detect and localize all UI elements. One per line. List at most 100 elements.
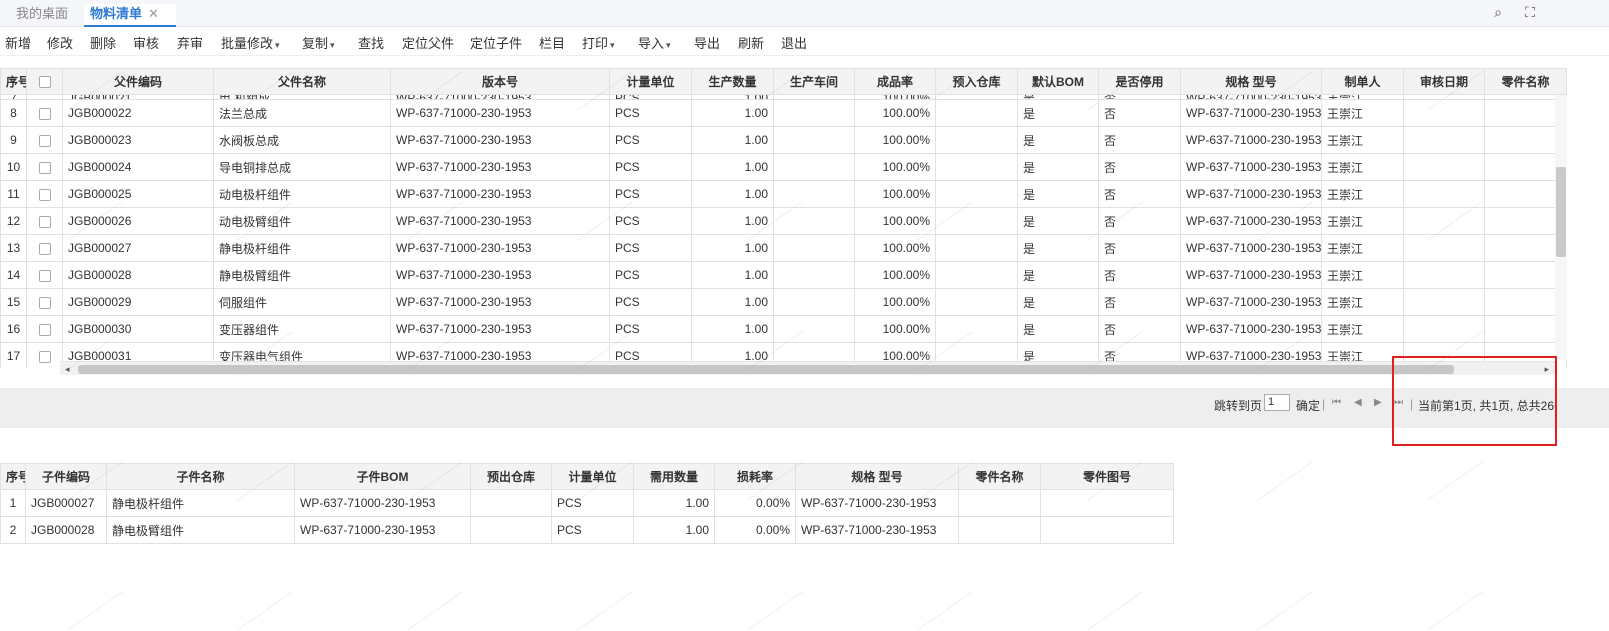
table-cell: WP-637-71000-230-1953 (1180, 288, 1322, 316)
table-cell: 1.00 (691, 207, 774, 235)
table-cell: 伺服组件 (213, 288, 391, 316)
table-row[interactable]: 2 JGB000028 静电极臂组件 WP-637-71000-230-1953 PCS… (0, 516, 1174, 544)
table-cell: 否 (1098, 234, 1181, 262)
table-cell: WP-637-71000-230-1953 (1180, 94, 1322, 100)
column-header: 计量单位 (609, 68, 692, 95)
row-checkbox[interactable] (26, 207, 63, 235)
table-row[interactable]: 13 JGB000027 静电极杆组件 WP-637-71000-230-1953 PC… (0, 234, 1567, 262)
close-icon[interactable]: ✕ (148, 6, 159, 21)
scroll-left-icon[interactable]: ◂ (65, 362, 70, 376)
confirm-button[interactable]: 确定 (1296, 397, 1320, 414)
prev-page-icon[interactable]: ◀ (1354, 397, 1362, 408)
checkbox-icon[interactable] (38, 161, 51, 174)
horizontal-scrollbar[interactable]: ◂ ▸ (60, 361, 1557, 375)
toolbar-button-9[interactable]: 定位子件 (470, 33, 522, 52)
toolbar-button-3[interactable]: 审核 (133, 33, 159, 52)
table-row[interactable]: 11 JGB000025 动电极杆组件 WP-637-71000-230-1953 PC… (0, 180, 1567, 208)
checkbox-icon[interactable] (38, 188, 51, 201)
toolbar-button-10[interactable]: 栏目 (539, 33, 565, 52)
row-checkbox[interactable] (26, 315, 63, 343)
toolbar-button-12[interactable]: 导入 ▾ (638, 33, 671, 52)
row-checkbox[interactable] (26, 234, 63, 262)
column-header: 是否停用 (1098, 68, 1181, 95)
table-cell: 否 (1098, 315, 1181, 343)
checkbox-icon[interactable] (38, 323, 51, 336)
toolbar-button-13[interactable]: 导出 (694, 33, 720, 52)
checkbox-icon[interactable] (38, 76, 51, 89)
toolbar-button-8[interactable]: 定位父件 (402, 33, 454, 52)
row-checkbox[interactable] (26, 180, 63, 208)
table-cell: 1.00 (633, 489, 715, 517)
toolbar-button-0[interactable]: 新增 (5, 33, 31, 52)
table-cell (935, 180, 1018, 208)
table-cell: WP-637-71000-230-1953 (1180, 315, 1322, 343)
table-row[interactable]: 14 JGB000028 静电极臂组件 WP-637-71000-230-1953 PC… (0, 261, 1567, 289)
row-checkbox[interactable] (26, 342, 63, 368)
row-checkbox[interactable] (26, 153, 63, 181)
table-cell: WP-637-71000-230-1953 (1180, 153, 1322, 181)
table-cell: 王崇江 (1321, 261, 1404, 289)
toolbar-button-7[interactable]: 查找 (358, 33, 384, 52)
table-cell: JGB000029 (62, 288, 214, 316)
checkbox-icon[interactable] (38, 215, 51, 228)
toolbar-button-6[interactable]: 复制 ▾ (302, 33, 335, 52)
watermark-mark: ⸻⸻ (741, 583, 808, 631)
column-header: 损耗率 (714, 463, 796, 490)
component-grid: 序号子件编码子件名称子件BOM预出仓库计量单位需用数量损耗率规格 型号零件名称零… (0, 463, 1180, 553)
table-cell (1403, 99, 1485, 127)
table-cell (935, 315, 1018, 343)
toolbar-button-label: 打印 (582, 36, 609, 51)
tab-bom-list[interactable]: 物料清单 ✕ (84, 4, 176, 27)
table-cell: 是 (1017, 99, 1099, 127)
table-row[interactable]: 9 JGB000023 水阀板总成 WP-637-71000-230-1953 PCS 1… (0, 126, 1567, 154)
table-cell: 0.00% (714, 516, 796, 544)
table-cell: WP-637-71000-230-1953 (390, 288, 610, 316)
toolbar-button-1[interactable]: 修改 (47, 33, 73, 52)
search-icon[interactable]: ⌕ (1489, 3, 1507, 21)
horizontal-scroll-thumb[interactable] (78, 365, 1454, 374)
toolbar-button-2[interactable]: 删除 (90, 33, 116, 52)
table-cell (958, 489, 1041, 517)
checkbox-icon[interactable] (38, 269, 51, 282)
checkbox-icon[interactable] (38, 134, 51, 147)
table-row[interactable]: 8 JGB000022 法兰总成 WP-637-71000-230-1953 PCS 1.… (0, 99, 1567, 127)
table-row[interactable]: 16 JGB000030 变压器组件 WP-637-71000-230-1953 PCS… (0, 315, 1567, 343)
toolbar-button-4[interactable]: 弃审 (177, 33, 203, 52)
table-row[interactable]: 10 JGB000024 导电铜排总成 WP-637-71000-230-1953 PC… (0, 153, 1567, 181)
table-row[interactable]: 15 JGB000029 伺服组件 WP-637-71000-230-1953 PCS 1… (0, 288, 1567, 316)
row-checkbox[interactable] (26, 126, 63, 154)
tab-bar: 我的桌面 物料清单 ✕ ⌕ ⛶ (0, 0, 1609, 27)
table-cell: 王崇江 (1321, 180, 1404, 208)
table-cell: 100.00% (854, 315, 936, 343)
select-all-checkbox[interactable] (26, 68, 63, 95)
toolbar-button-5[interactable]: 批量修改 ▾ (221, 33, 280, 52)
watermark-mark: ⸻⸻ (1251, 453, 1318, 507)
checkbox-icon[interactable] (38, 107, 51, 120)
row-checkbox[interactable] (26, 288, 63, 316)
tab-my-desktop[interactable]: 我的桌面 (16, 4, 68, 27)
table-cell (1403, 261, 1485, 289)
table-cell: 静电极臂组件 (106, 516, 295, 544)
toolbar-button-15[interactable]: 退出 (781, 33, 807, 52)
table-row[interactable]: 12 JGB000026 动电极臂组件 WP-637-71000-230-1953 PC… (0, 207, 1567, 235)
next-page-icon[interactable]: ▶ (1374, 397, 1382, 408)
column-header: 父件名称 (213, 68, 391, 95)
checkbox-icon[interactable] (38, 350, 51, 363)
table-cell (470, 516, 552, 544)
fullscreen-icon[interactable]: ⛶ (1521, 3, 1539, 21)
table-cell: 16 (0, 315, 27, 343)
checkbox-icon[interactable] (38, 242, 51, 255)
row-checkbox[interactable] (26, 261, 63, 289)
vertical-scrollbar[interactable] (1555, 95, 1567, 360)
page-number-input[interactable]: 1 (1264, 394, 1290, 411)
toolbar-button-14[interactable]: 刷新 (738, 33, 764, 52)
checkbox-icon[interactable] (38, 296, 51, 309)
table-row[interactable]: 1 JGB000027 静电极杆组件 WP-637-71000-230-1953 PCS… (0, 489, 1174, 517)
first-page-icon[interactable]: ⏮ (1332, 397, 1341, 408)
column-header: 零件名称 (1484, 68, 1567, 95)
vertical-scroll-thumb[interactable] (1556, 167, 1566, 257)
toolbar-button-11[interactable]: 打印 ▾ (582, 33, 615, 52)
row-checkbox[interactable] (26, 99, 63, 127)
chevron-down-icon: ▾ (666, 40, 671, 50)
table-cell: 是 (1017, 153, 1099, 181)
